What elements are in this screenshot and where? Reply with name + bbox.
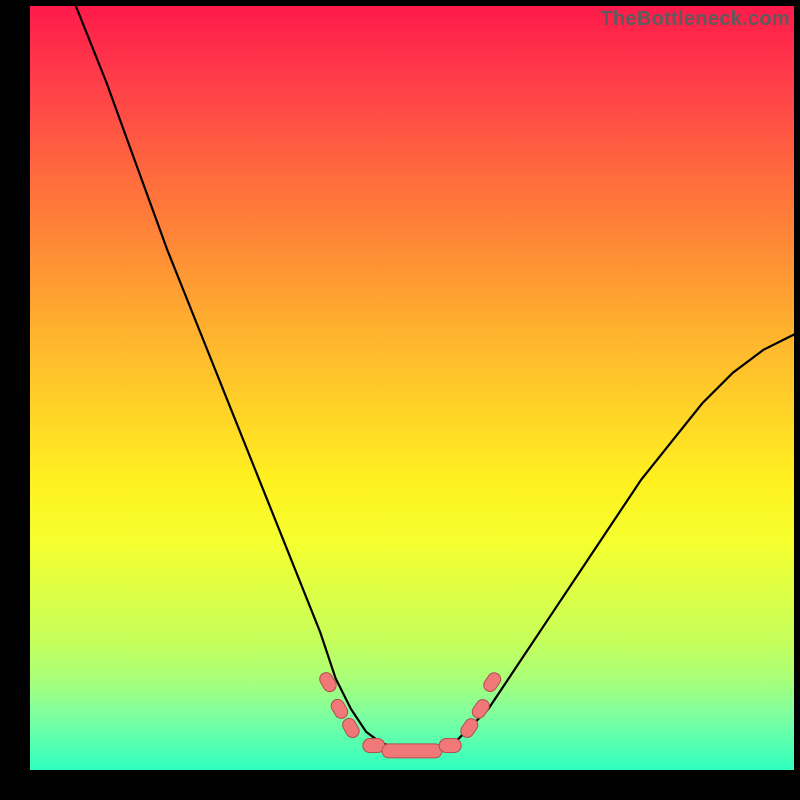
curve-layer: [30, 6, 794, 770]
plot-area: [30, 6, 794, 770]
chart-frame: TheBottleneck.com: [0, 0, 800, 800]
bottleneck-curve: [76, 6, 794, 751]
valley-marker: [382, 744, 442, 758]
valley-markers: [317, 670, 503, 758]
valley-marker: [317, 670, 338, 694]
valley-marker: [363, 739, 385, 753]
watermark-text: TheBottleneck.com: [600, 8, 790, 31]
valley-marker: [470, 697, 492, 721]
valley-marker: [439, 739, 461, 753]
